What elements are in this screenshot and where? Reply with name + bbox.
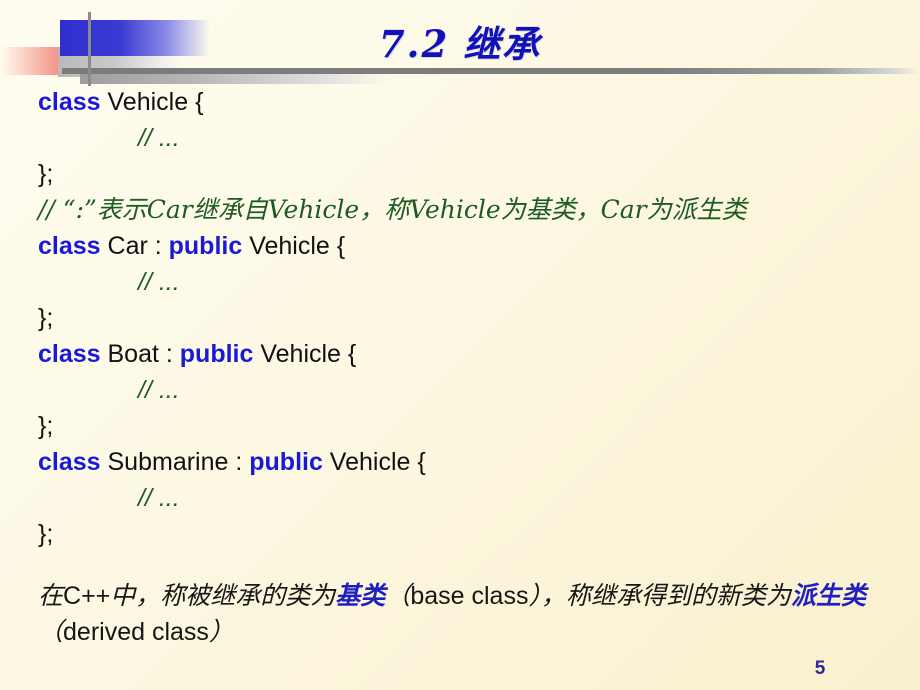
decoration-gold-bar <box>155 74 920 84</box>
code-line: // ... <box>38 264 908 300</box>
code-text: Vehicle { <box>242 232 346 260</box>
code-comment-chinese: // “:”表示Car继承自Vehicle，称Vehicle为基类，Car为派生… <box>38 195 747 224</box>
code-text: Car : <box>100 232 169 260</box>
paragraph-highlight-base-class: 基类 <box>335 581 386 610</box>
slide-canvas: 7.2 继承 class Vehicle { // ... }; // “:”表示… <box>0 0 920 690</box>
code-text: Vehicle { <box>253 340 357 368</box>
keyword-class: class <box>38 232 101 260</box>
paragraph-text: 中，称被继承的类为 <box>110 581 336 610</box>
code-line: // ... <box>38 372 908 408</box>
keyword-class: class <box>38 448 101 476</box>
code-line: // ... <box>38 480 908 516</box>
paragraph-paren: （ <box>385 581 411 610</box>
code-text: }; <box>38 520 54 548</box>
code-text: Boat : <box>100 340 180 368</box>
decoration-gray-rule <box>62 68 920 74</box>
code-line-comment-cn: // “:”表示Car继承自Vehicle，称Vehicle为基类，Car为派生… <box>38 192 908 228</box>
paragraph-term-base-class-en: base class <box>410 582 529 610</box>
code-text: }; <box>38 304 54 332</box>
keyword-public: public <box>168 232 243 260</box>
code-line: class Submarine : public Vehicle { <box>38 444 908 480</box>
keyword-class: class <box>38 88 101 116</box>
code-text: Submarine : <box>100 448 250 476</box>
code-line: }; <box>38 408 908 444</box>
code-text: Vehicle { <box>100 88 204 116</box>
code-line: }; <box>38 300 908 336</box>
page-number: 5 <box>814 658 826 679</box>
code-block: class Vehicle { // ... }; // “:”表示Car继承自… <box>38 84 908 552</box>
code-comment: // ... <box>138 268 180 296</box>
keyword-public: public <box>179 340 254 368</box>
code-text: }; <box>38 160 54 188</box>
slide-title-number: 7.2 <box>378 22 450 66</box>
slide-title: 7.2 继承 <box>0 14 920 68</box>
paragraph-term-derived-class-en: derived class <box>63 618 209 646</box>
slide-title-text: 继承 <box>463 22 542 66</box>
code-comment: // ... <box>138 376 180 404</box>
keyword-public: public <box>249 448 323 476</box>
code-line: }; <box>38 516 908 552</box>
code-line: class Boat : public Vehicle { <box>38 336 908 372</box>
paragraph-text: ，称继承得到的新类为 <box>540 581 791 610</box>
code-comment: // ... <box>138 484 180 512</box>
paragraph-term-cpp: C++ <box>63 582 111 610</box>
keyword-class: class <box>38 340 101 368</box>
code-line: }; <box>38 156 908 192</box>
code-line: // ... <box>38 120 908 156</box>
paragraph-paren: ） <box>208 617 234 646</box>
code-text: Vehicle { <box>322 448 426 476</box>
paragraph-highlight-derived-class: 派生类 <box>790 581 866 610</box>
explanation-paragraph: 在C++中，称被继承的类为基类（base class），称继承得到的新类为派生类… <box>38 578 894 650</box>
paragraph-paren: ） <box>528 581 541 610</box>
paragraph-text: 在 <box>38 581 64 610</box>
paragraph-paren: （ <box>38 617 64 646</box>
code-line: class Vehicle { <box>38 84 908 120</box>
code-comment: // ... <box>138 124 180 152</box>
code-line: class Car : public Vehicle { <box>38 228 908 264</box>
code-text: }; <box>38 412 54 440</box>
